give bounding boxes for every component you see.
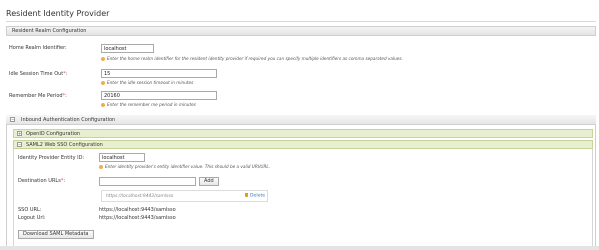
label-suffix: : [65,93,67,99]
inbound-panel-header[interactable]: − Inbound Authentication Configuration [6,115,596,125]
home-realm-input[interactable] [101,44,154,53]
label-text: Remember Me Period [9,93,63,99]
delete-label: Delete [250,193,266,199]
idle-timeout-label: Idle Session Time Out*: [9,71,67,77]
destination-url-input[interactable] [99,177,196,186]
section-title: Resident Realm Configuration [12,28,87,34]
bottom-scroll-edge [0,246,599,250]
remember-me-label: Remember Me Period*: [9,93,67,99]
download-saml-metadata-button[interactable]: Download SAML Metadata [18,230,94,239]
page-title: Resident Identity Provider [6,9,110,18]
label-text: Destination URLs [18,178,61,184]
destination-urls-label: Destination URLs*: [18,178,65,184]
remember-me-help: Enter the remember me period in minutes [101,102,196,107]
help-text: Enter the remember me period in minutes [107,102,196,107]
logout-url-value: https://localhost:9443/samlsso [99,215,176,221]
logout-url-label: Logout Url: [18,215,46,221]
openid-config-title: OpenID Configuration [26,131,81,137]
collapse-toggle-icon[interactable]: − [17,142,22,147]
saml-config-header[interactable]: − SAML2 Web SSO Configuration [13,140,593,149]
trash-icon [245,193,248,197]
expand-toggle-icon[interactable]: + [17,131,22,136]
inbound-panel-title: Inbound Authentication Configuration [21,117,116,123]
saml-config-title: SAML2 Web SSO Configuration [26,142,103,148]
home-realm-label: Home Realm Identifier: [9,45,67,51]
info-icon [99,164,103,169]
help-text: Enter the home realm identifier for the … [107,56,403,61]
collapse-toggle-icon[interactable]: − [10,117,15,122]
add-destination-button[interactable]: Add [199,177,219,186]
label-suffix: : [63,178,65,184]
home-realm-help: Enter the home realm identifier for the … [101,56,403,61]
delete-url-link[interactable]: Delete [245,193,265,199]
help-text: Enter identity provider's entity identif… [105,164,271,169]
info-icon [101,56,105,61]
help-text: Enter the idle session timeout in minute… [107,80,194,85]
entity-id-help: Enter identity provider's entity identif… [99,164,270,169]
openid-config-header[interactable]: + OpenID Configuration [13,129,593,138]
resident-realm-section-header: Resident Realm Configuration [6,26,596,36]
idle-timeout-help: Enter the idle session timeout in minute… [101,80,193,85]
remember-me-input[interactable] [101,91,217,100]
info-icon [101,102,105,107]
entity-id-label: Identity Provider Entity ID: [18,155,85,161]
destination-url-list: https://localhost:9443/samlsso Delete [101,190,268,202]
destination-url-item: https://localhost:9443/samlsso [106,194,174,199]
title-divider [6,21,596,22]
label-suffix: : [65,71,68,77]
info-icon [101,80,105,85]
label-text: Idle Session Time Out [9,71,64,77]
entity-id-input[interactable] [99,153,145,162]
sso-url-label: SSO URL: [18,207,42,213]
idle-timeout-input[interactable] [101,69,217,78]
sso-url-value: https://localhost:9443/samlsso [99,207,176,213]
